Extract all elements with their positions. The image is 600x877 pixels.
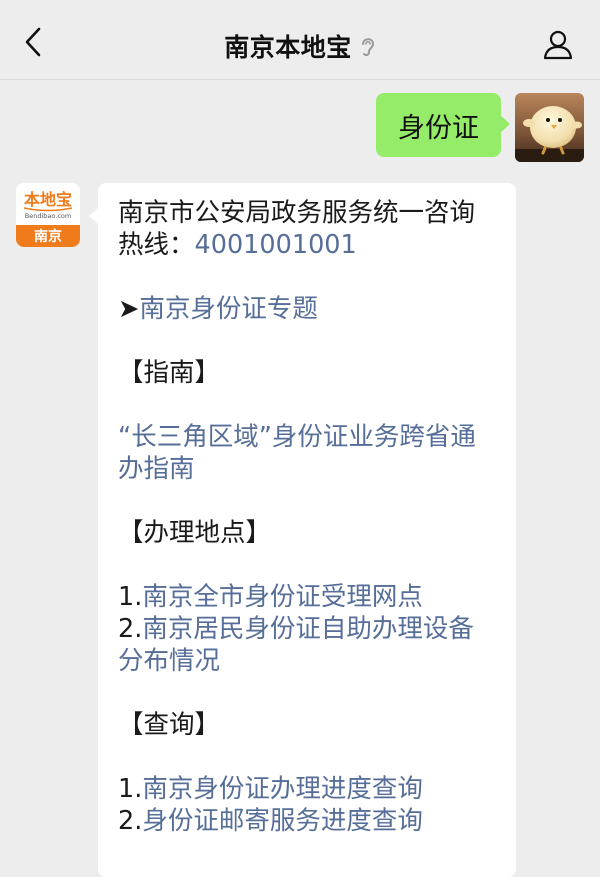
- hotline-line: 南京市公安局政务服务统一咨询热线：4001001001: [118, 197, 498, 261]
- incoming-message: 本地宝 Bendibao.com 南京 南京市公安局政务服务统一咨询热线：400…: [16, 183, 516, 877]
- avatar-domain-text: Bendibao.com: [25, 212, 71, 220]
- hotline-number-link[interactable]: 4001001001: [195, 230, 357, 260]
- location-item-prefix: 1.: [118, 582, 143, 612]
- incoming-bubble: 南京市公安局政务服务统一咨询热线：4001001001 ➤南京身份证专题 【指南…: [89, 183, 516, 877]
- topic-link[interactable]: 南京身份证专题: [139, 294, 318, 324]
- location-item-prefix: 2.: [118, 614, 143, 644]
- query-item-link[interactable]: 身份证邮寄服务进度查询: [142, 806, 423, 836]
- outgoing-message: 身份证: [376, 93, 584, 162]
- user-avatar[interactable]: [515, 93, 584, 162]
- topic-line: ➤南京身份证专题: [118, 293, 498, 325]
- location-item: 1.南京全市身份证受理网点: [118, 581, 498, 613]
- ear-icon: [361, 38, 374, 57]
- locations-heading: 【办理地点】: [118, 518, 272, 548]
- query-item-link[interactable]: 南京身份证办理进度查询: [142, 774, 423, 804]
- avatar-brand-text: 本地宝: [24, 190, 72, 209]
- arrow-icon: ➤: [118, 294, 140, 324]
- query-item-prefix: 1.: [118, 774, 143, 804]
- guide-heading: 【指南】: [118, 358, 221, 388]
- person-icon: [543, 30, 573, 60]
- query-item-prefix: 2.: [118, 806, 143, 836]
- profile-button[interactable]: [538, 24, 578, 64]
- location-item-link[interactable]: 南京居民身份证自助办理设备分布情况: [118, 614, 474, 676]
- query-item: 1.南京身份证办理进度查询: [118, 773, 498, 805]
- bot-avatar[interactable]: 本地宝 Bendibao.com 南京: [16, 183, 80, 247]
- query-item: 2.身份证邮寄服务进度查询: [118, 805, 498, 837]
- outgoing-bubble[interactable]: 身份证: [376, 93, 510, 157]
- chat-header: 南京本地宝: [0, 0, 600, 80]
- chat-title: 南京本地宝: [224, 33, 352, 62]
- chat-title-group: 南京本地宝: [0, 28, 600, 64]
- location-item-link[interactable]: 南京全市身份证受理网点: [142, 582, 423, 612]
- query-heading: 【查询】: [118, 710, 221, 740]
- location-item: 2.南京居民身份证自助办理设备分布情况: [118, 613, 498, 677]
- guide-link[interactable]: “长三角区域”身份证业务跨省通办指南: [118, 421, 498, 485]
- avatar-city-text: 南京: [34, 228, 62, 245]
